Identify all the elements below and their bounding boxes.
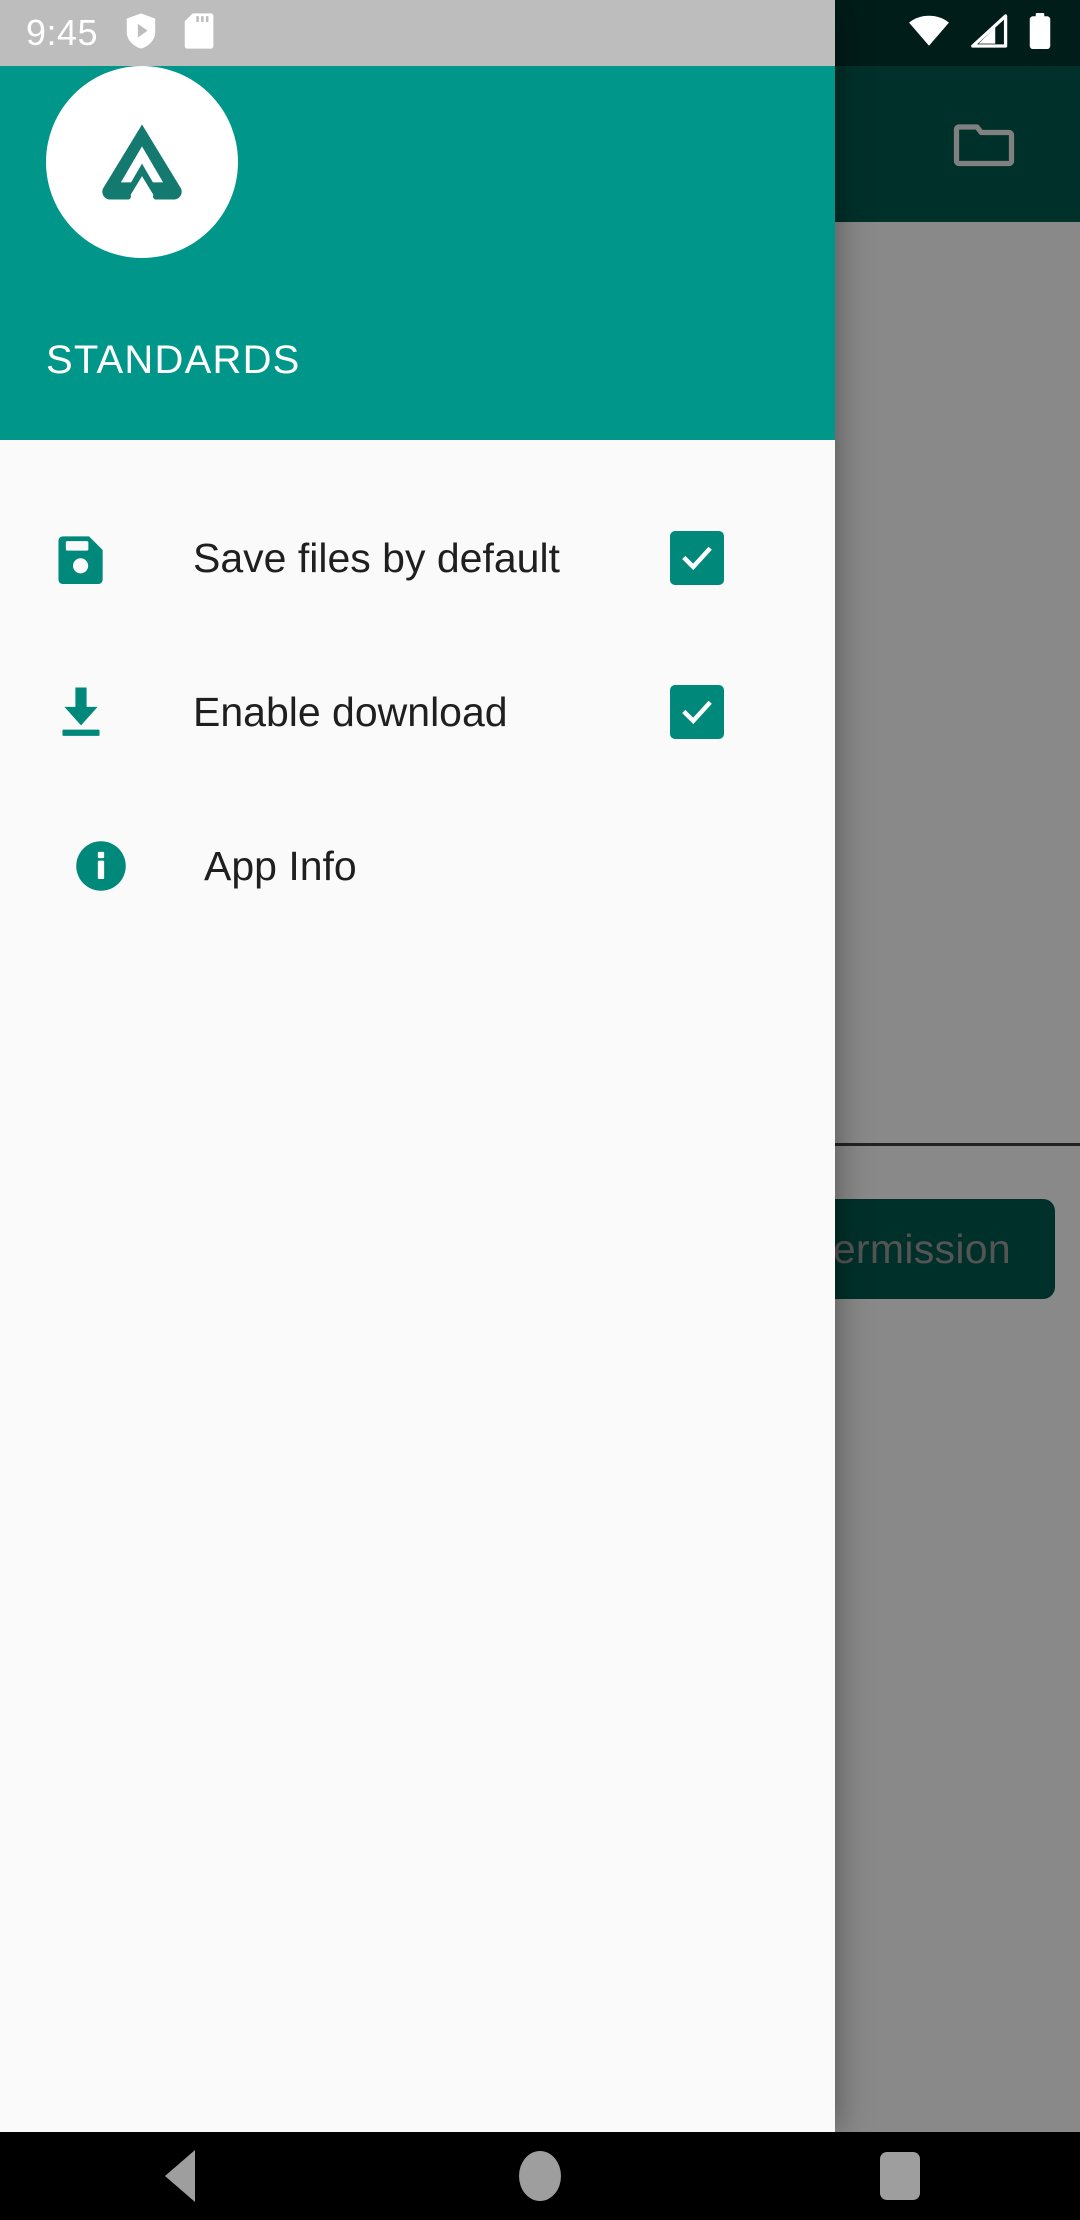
drawer-app-name: STANDARDS bbox=[46, 338, 301, 382]
phone-screen: Grant permission STANDARDS Save files by… bbox=[0, 0, 1080, 2220]
save-floppy-icon bbox=[48, 532, 114, 584]
square-recents-icon bbox=[880, 2152, 920, 2200]
circle-home-icon bbox=[519, 2151, 561, 2201]
nav-home-button[interactable] bbox=[480, 2132, 600, 2220]
drawer-item-enable-download[interactable]: Enable download bbox=[0, 660, 835, 764]
download-icon bbox=[48, 684, 114, 740]
info-circle-icon bbox=[68, 839, 134, 893]
checkbox-enable-download[interactable] bbox=[670, 685, 724, 739]
drawer-item-label: Save files by default bbox=[193, 534, 560, 581]
status-bar: 9:45 bbox=[0, 0, 835, 66]
play-protect-shield-icon bbox=[124, 12, 158, 55]
system-navigation-bar bbox=[0, 2132, 1080, 2220]
nav-back-button[interactable] bbox=[120, 2132, 240, 2220]
triangle-back-icon bbox=[165, 2150, 195, 2202]
drawer-item-app-info[interactable]: App Info bbox=[0, 814, 835, 918]
status-bar-right-icons bbox=[908, 0, 1052, 66]
checkbox-save-files-by-default[interactable] bbox=[670, 531, 724, 585]
app-logo-avatar bbox=[46, 66, 238, 258]
navigation-drawer: STANDARDS Save files by default Enable d… bbox=[0, 0, 835, 2132]
drawer-header: STANDARDS bbox=[0, 0, 835, 440]
status-bar-clock: 9:45 bbox=[26, 12, 99, 53]
cellular-signal-icon bbox=[970, 13, 1008, 53]
drawer-menu-list: Save files by default Enable download Ap… bbox=[0, 440, 835, 918]
sd-card-icon bbox=[184, 12, 214, 55]
drawer-item-save-files-by-default[interactable]: Save files by default bbox=[0, 506, 835, 610]
standards-triangle-logo-icon bbox=[102, 124, 182, 200]
drawer-item-label: App Info bbox=[204, 842, 357, 889]
drawer-item-label: Enable download bbox=[193, 688, 508, 735]
battery-icon bbox=[1028, 12, 1052, 55]
wifi-icon bbox=[908, 15, 950, 52]
nav-recents-button[interactable] bbox=[840, 2132, 960, 2220]
